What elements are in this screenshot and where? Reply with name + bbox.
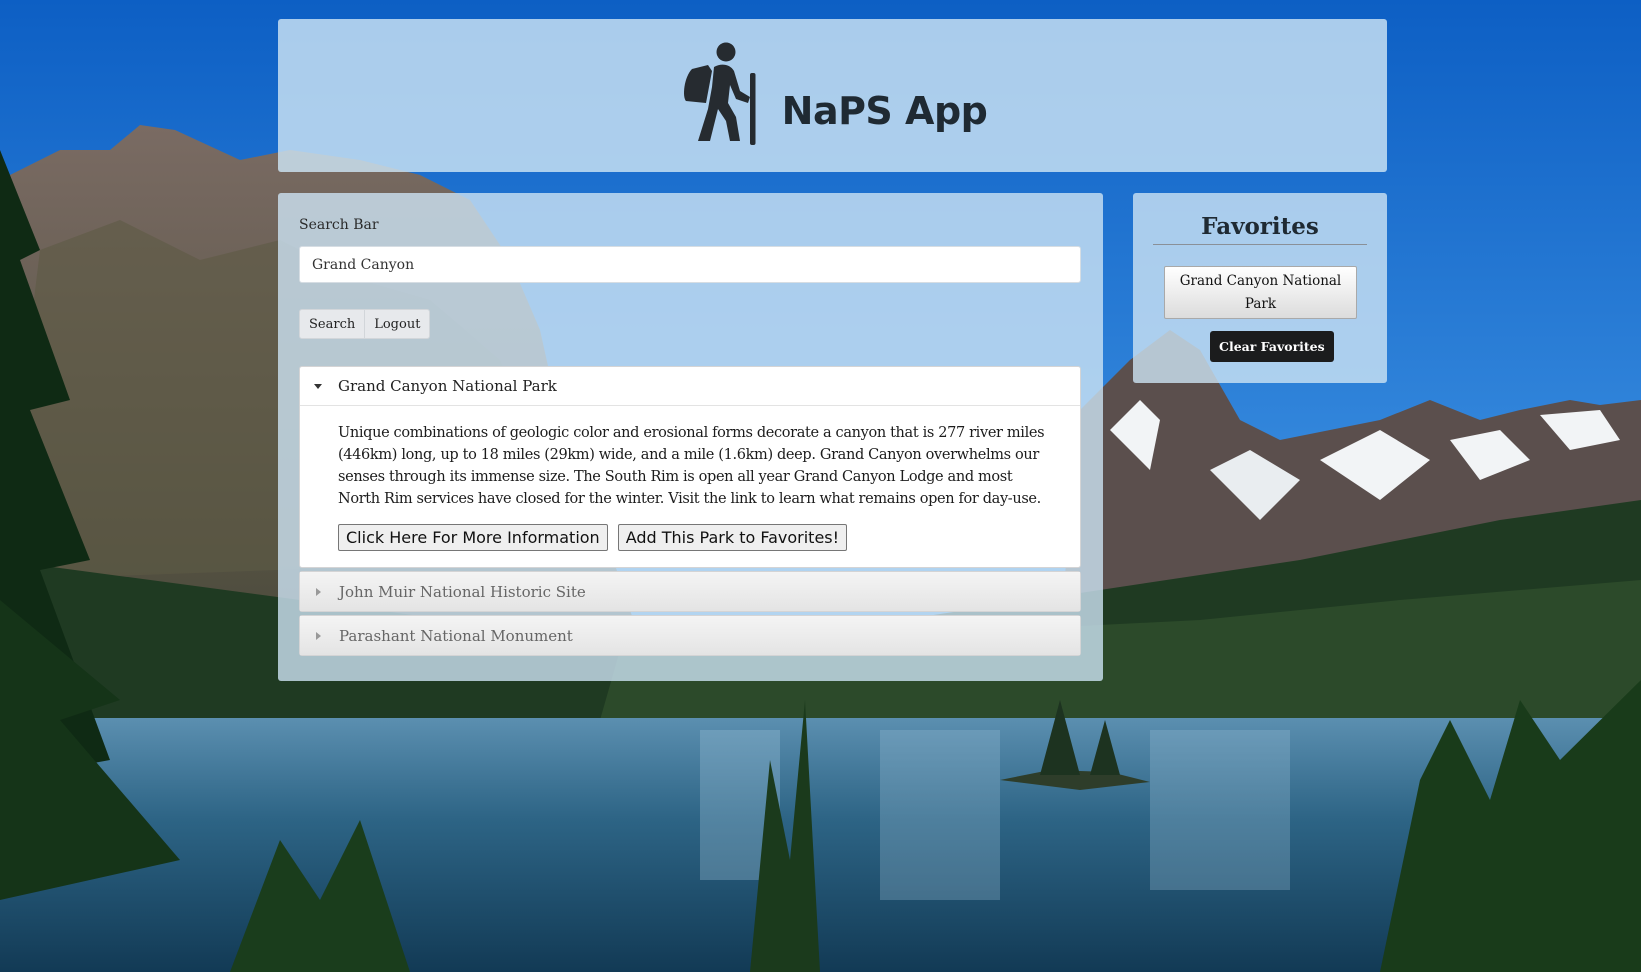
result-title: Parashant National Monument: [339, 626, 573, 645]
result-title: John Muir National Historic Site: [339, 582, 586, 601]
search-label: Search Bar: [299, 217, 379, 233]
search-input[interactable]: [299, 246, 1081, 283]
result-content: Unique combinations of geologic color an…: [300, 405, 1080, 567]
add-favorite-button[interactable]: Add This Park to Favorites!: [617, 524, 848, 551]
result-title-toggle[interactable]: John Muir National Historic Site: [300, 572, 1080, 611]
clear-favorites-button[interactable]: Clear Favorites: [1210, 331, 1334, 362]
result-description: Unique combinations of geologic color an…: [338, 425, 1045, 507]
favorites-title: Favorites: [1153, 213, 1367, 245]
logout-button[interactable]: Logout: [365, 309, 431, 339]
app-header: NaPS App: [278, 19, 1387, 172]
results-accordion: Grand Canyon National Park Unique combin…: [299, 366, 1081, 659]
caret-right-icon: [316, 587, 321, 596]
search-button-group: Search Logout: [299, 309, 431, 339]
more-info-button[interactable]: Click Here For More Information: [338, 524, 608, 551]
result-item: Grand Canyon National Park Unique combin…: [299, 366, 1081, 568]
result-item: Parashant National Monument: [299, 615, 1081, 656]
favorites-panel: Favorites Grand Canyon National Park Cle…: [1133, 193, 1387, 383]
favorite-item[interactable]: Grand Canyon National Park: [1164, 266, 1357, 319]
app-title: NaPS App: [781, 88, 988, 133]
result-title: Grand Canyon National Park: [338, 377, 557, 395]
result-actions: Click Here For More Information Add This…: [338, 524, 1050, 551]
search-panel: Search Bar Search Logout Grand Canyon Na…: [278, 193, 1103, 681]
caret-down-icon: [314, 383, 322, 389]
search-button[interactable]: Search: [299, 309, 366, 339]
result-item: John Muir National Historic Site: [299, 571, 1081, 612]
hiker-icon: [683, 42, 756, 145]
caret-right-icon: [316, 631, 321, 640]
result-title-toggle[interactable]: Parashant National Monument: [300, 616, 1080, 655]
result-title-toggle[interactable]: Grand Canyon National Park: [300, 367, 1080, 405]
